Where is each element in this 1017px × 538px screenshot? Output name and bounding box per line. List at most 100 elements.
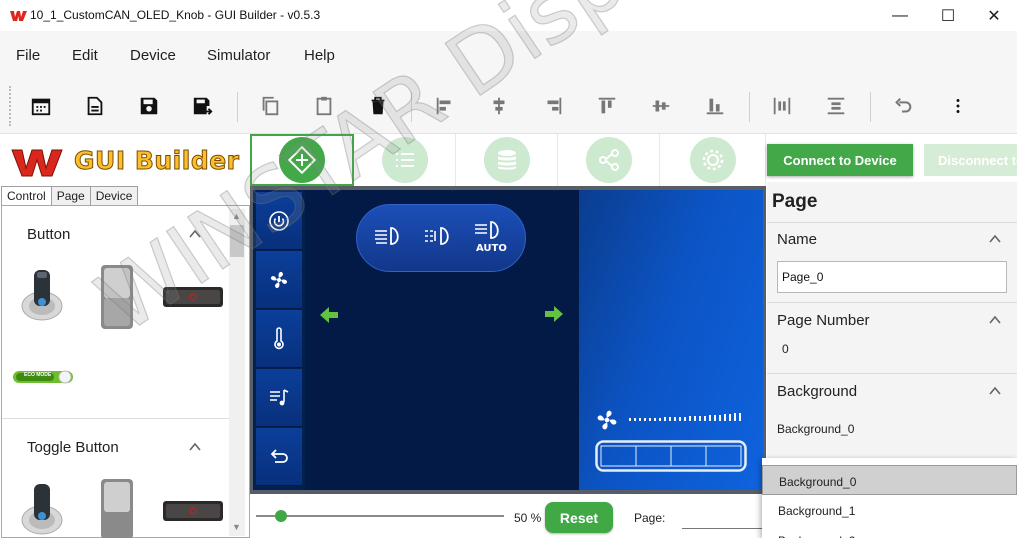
save-button[interactable] xyxy=(135,92,163,120)
tab-device[interactable]: Device xyxy=(89,186,139,206)
new-file-button[interactable] xyxy=(81,92,109,120)
more-button[interactable] xyxy=(944,92,972,120)
scroll-down-icon[interactable]: ▼ xyxy=(232,522,241,532)
canvas-temperature-button[interactable] xyxy=(256,310,302,368)
tab-list[interactable] xyxy=(354,134,456,186)
align-middle-button[interactable] xyxy=(647,92,675,120)
canvas-power-button[interactable] xyxy=(256,192,302,250)
menu-device[interactable]: Device xyxy=(130,47,176,64)
copy-button[interactable] xyxy=(256,92,284,120)
chevron-up-icon[interactable] xyxy=(988,384,1002,398)
toggle-rocker-control[interactable] xyxy=(100,478,134,538)
database-tab-circle xyxy=(483,137,530,183)
auto-light-icon[interactable] xyxy=(471,219,507,241)
dropdown-option[interactable]: Background_0 xyxy=(762,465,1017,495)
toolbar-separator xyxy=(870,92,871,122)
canvas-back-button[interactable] xyxy=(256,428,302,486)
canvas-music-button[interactable] xyxy=(256,369,302,427)
section-title-toggle-button: Toggle Button xyxy=(27,439,119,456)
tab-control[interactable]: Control xyxy=(1,186,52,206)
tab-page[interactable]: Page xyxy=(50,186,91,206)
tab-settings[interactable] xyxy=(660,134,766,186)
brand-text: GUI Builder xyxy=(74,146,240,176)
fog-light-icon[interactable] xyxy=(421,225,457,247)
chevron-up-icon[interactable] xyxy=(988,313,1002,327)
back-arrow-icon xyxy=(270,448,288,463)
minimize-button[interactable]: — xyxy=(877,0,923,31)
calendar-button[interactable] xyxy=(27,92,55,120)
maximize-button[interactable]: ☐ xyxy=(925,0,971,31)
zoom-slider-track[interactable] xyxy=(256,515,504,517)
tab-database[interactable] xyxy=(456,134,558,186)
undo-button[interactable] xyxy=(889,92,917,120)
disconnect-device-button[interactable]: Disconnect to Device xyxy=(924,144,1017,176)
align-left-button[interactable] xyxy=(431,92,459,120)
align-top-icon xyxy=(598,97,616,114)
database-icon xyxy=(497,150,516,170)
fan-level-bar[interactable] xyxy=(629,410,745,422)
dropdown-option[interactable]: Background_1 xyxy=(762,495,1017,525)
chevron-up-icon[interactable] xyxy=(988,232,1002,246)
properties-title: Page xyxy=(772,191,818,212)
temperature-segment-bar[interactable] xyxy=(595,440,747,472)
tab-widgets[interactable] xyxy=(250,134,354,186)
control-palette: Button ECO MODE Toggle Button xyxy=(1,205,250,538)
left-scrollbar[interactable]: ▲ ▼ xyxy=(229,209,245,536)
paste-button[interactable] xyxy=(310,92,338,120)
section-divider xyxy=(2,418,230,419)
minimize-icon: — xyxy=(892,6,908,24)
distribute-vertical-icon xyxy=(827,97,845,115)
page-number-value: 0 xyxy=(782,342,789,356)
rocker-switch-control[interactable] xyxy=(100,264,134,330)
close-window-button[interactable]: ✕ xyxy=(971,0,1017,31)
headlight-low-icon[interactable] xyxy=(371,225,407,247)
winstar-brand-icon xyxy=(11,149,63,177)
canvas-climate-panel xyxy=(579,190,763,490)
align-center-button[interactable] xyxy=(485,92,513,120)
arrow-right-icon[interactable] xyxy=(544,305,564,323)
page-select-field[interactable] xyxy=(682,528,766,529)
tab-share[interactable] xyxy=(558,134,660,186)
menu-edit[interactable]: Edit xyxy=(72,47,98,64)
arrow-left-icon[interactable] xyxy=(319,306,339,324)
distribute-vertical-button[interactable] xyxy=(822,92,850,120)
align-top-button[interactable] xyxy=(593,92,621,120)
canvas-fan-button[interactable] xyxy=(256,251,302,309)
calendar-icon xyxy=(31,98,51,116)
toolbar-separator xyxy=(237,92,238,122)
align-bottom-button[interactable] xyxy=(701,92,729,120)
background-select-value[interactable]: Background_0 xyxy=(777,422,854,436)
dropdown-option[interactable]: Background_2 xyxy=(762,525,1017,538)
joystick-switch-control[interactable] xyxy=(18,264,66,324)
left-tab-bar: Control Page Device xyxy=(1,186,139,206)
zoom-slider-knob[interactable] xyxy=(274,510,287,522)
save-as-button[interactable] xyxy=(189,92,217,120)
connect-to-device-button[interactable]: Connect to Device xyxy=(767,144,913,176)
design-canvas[interactable]: AUTO xyxy=(253,190,763,490)
close-icon: ✕ xyxy=(987,7,1001,25)
reset-zoom-button[interactable]: Reset xyxy=(545,502,613,533)
scroll-up-icon[interactable]: ▲ xyxy=(232,211,241,221)
chevron-up-icon[interactable] xyxy=(188,440,202,454)
page-name-input[interactable] xyxy=(777,261,1007,293)
menu-file[interactable]: File xyxy=(16,47,40,64)
delete-button[interactable] xyxy=(364,92,392,120)
power-icon xyxy=(269,210,289,231)
menu-help[interactable]: Help xyxy=(304,47,335,64)
toggle-joystick-control[interactable] xyxy=(18,478,66,538)
headlight-pill: AUTO xyxy=(356,204,526,272)
fan-icon xyxy=(270,271,288,288)
flat-switch-control[interactable] xyxy=(162,286,224,308)
distribute-horizontal-button[interactable] xyxy=(768,92,796,120)
more-icon xyxy=(956,99,960,113)
scrollbar-thumb[interactable] xyxy=(230,225,244,257)
menu-simulator[interactable]: Simulator xyxy=(207,47,270,64)
toggle-flat-control[interactable] xyxy=(162,500,224,522)
toolbar-separator xyxy=(749,92,750,122)
align-right-icon xyxy=(547,97,562,115)
auto-label: AUTO xyxy=(476,243,507,254)
background-dropdown: Background_0 Background_1 Background_2 xyxy=(762,458,1017,538)
align-right-button[interactable] xyxy=(539,92,567,120)
chevron-up-icon[interactable] xyxy=(188,227,202,241)
distribute-horizontal-icon xyxy=(773,97,791,115)
